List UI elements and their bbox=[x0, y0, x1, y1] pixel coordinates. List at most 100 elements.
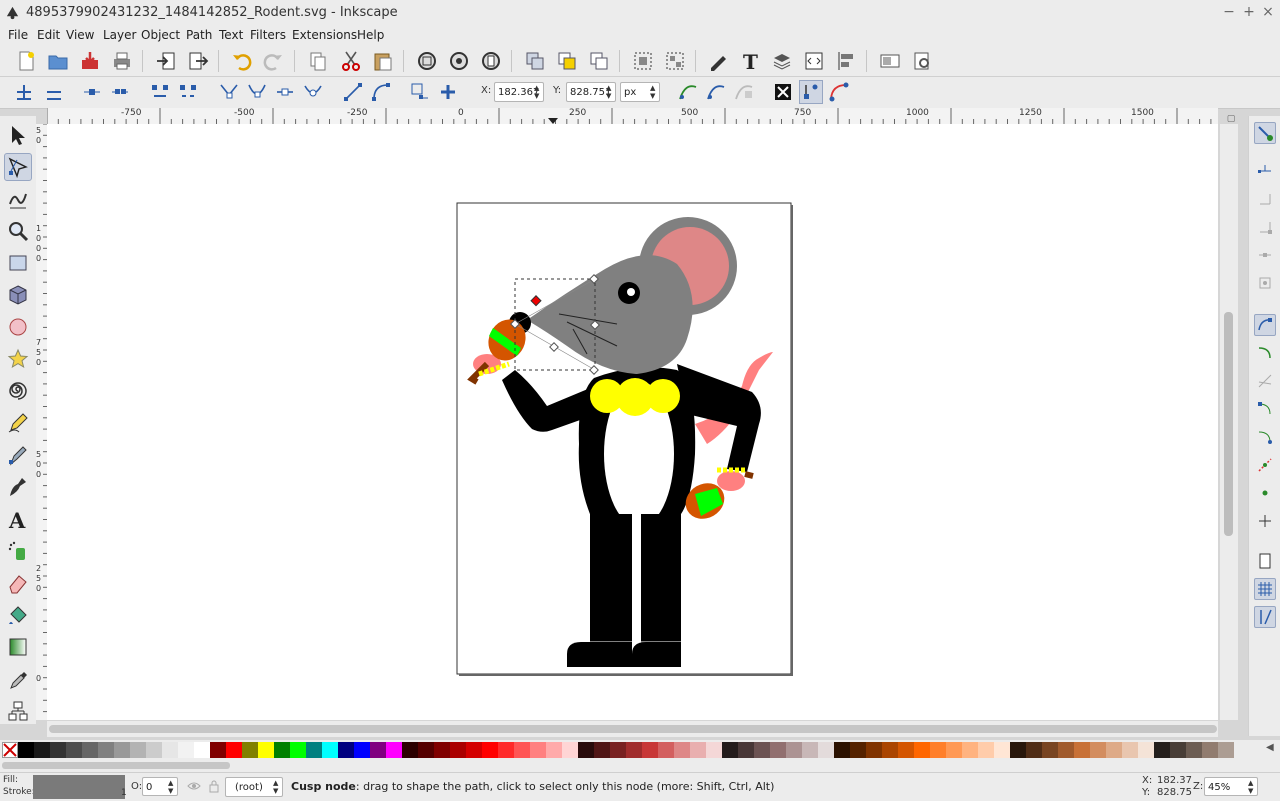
palette-swatch[interactable] bbox=[978, 742, 994, 758]
group-icon[interactable] bbox=[631, 49, 655, 73]
horizontal-scrollbar[interactable] bbox=[47, 721, 1218, 737]
palette-swatch[interactable] bbox=[1186, 742, 1202, 758]
palette-swatch[interactable] bbox=[690, 742, 706, 758]
undo-icon[interactable] bbox=[230, 49, 254, 73]
rodent-leg-right[interactable] bbox=[641, 514, 681, 641]
save-icon[interactable] bbox=[78, 49, 102, 73]
palette-swatch[interactable] bbox=[386, 742, 402, 758]
palette-swatch[interactable] bbox=[418, 742, 434, 758]
palette-swatch[interactable] bbox=[1170, 742, 1186, 758]
print-icon[interactable] bbox=[110, 49, 134, 73]
palette-swatch[interactable] bbox=[674, 742, 690, 758]
duplicate-icon[interactable] bbox=[523, 49, 547, 73]
palette-swatch[interactable] bbox=[994, 742, 1010, 758]
3d-box-tool-icon[interactable] bbox=[4, 281, 32, 309]
no-paint-swatch[interactable] bbox=[2, 742, 18, 758]
ellipse-tool-icon[interactable] bbox=[4, 313, 32, 341]
palette-swatch[interactable] bbox=[498, 742, 514, 758]
snap-smooth-nodes-icon[interactable] bbox=[1254, 426, 1276, 448]
palette-swatch[interactable] bbox=[850, 742, 866, 758]
symmetric-node-icon[interactable] bbox=[273, 80, 297, 104]
palette-swatch[interactable] bbox=[530, 742, 546, 758]
palette-swatch[interactable] bbox=[274, 742, 290, 758]
horizontal-ruler[interactable]: -750 -500 -250 0 250 500 750 1000 1250 1… bbox=[47, 108, 1218, 125]
menu-edit[interactable]: Edit bbox=[37, 28, 60, 42]
snap-guides-icon[interactable] bbox=[1254, 606, 1276, 628]
snap-nodes-icon[interactable] bbox=[1254, 314, 1276, 336]
import-icon[interactable] bbox=[154, 49, 178, 73]
zoom-drawing-icon[interactable] bbox=[447, 49, 471, 73]
zoom-input[interactable]: 45% ▲ ▼ bbox=[1204, 777, 1258, 796]
palette-swatch[interactable] bbox=[1122, 742, 1138, 758]
palette-swatch[interactable] bbox=[130, 742, 146, 758]
gradient-tool-icon[interactable] bbox=[4, 633, 32, 661]
cusp-node-icon[interactable] bbox=[217, 80, 241, 104]
palette-swatch[interactable] bbox=[546, 742, 562, 758]
palette-swatch[interactable] bbox=[178, 742, 194, 758]
eraser-tool-icon[interactable] bbox=[4, 569, 32, 597]
menu-file[interactable]: File bbox=[8, 28, 28, 42]
palette-swatch[interactable] bbox=[1058, 742, 1074, 758]
calligraphy-tool-icon[interactable] bbox=[4, 473, 32, 501]
ungroup-icon[interactable] bbox=[663, 49, 687, 73]
edit-mask-icon[interactable] bbox=[732, 80, 756, 104]
palette-swatch[interactable] bbox=[306, 742, 322, 758]
menu-path[interactable]: Path bbox=[186, 28, 212, 42]
show-path-outline-icon[interactable] bbox=[827, 80, 851, 104]
opacity-input[interactable]: 0 ▲ ▼ bbox=[142, 777, 178, 796]
zoom-tool-icon[interactable] bbox=[4, 217, 32, 245]
palette-swatch[interactable] bbox=[1010, 742, 1026, 758]
snap-enable-icon[interactable] bbox=[1254, 122, 1276, 144]
palette-swatch[interactable] bbox=[562, 742, 578, 758]
palette-swatch[interactable] bbox=[946, 742, 962, 758]
palette-swatch[interactable] bbox=[1042, 742, 1058, 758]
palette-swatch[interactable] bbox=[962, 742, 978, 758]
show-handles-icon[interactable] bbox=[799, 80, 823, 104]
palette-swatch[interactable] bbox=[1202, 742, 1218, 758]
text-tool-icon[interactable]: A bbox=[4, 505, 32, 533]
new-document-icon[interactable] bbox=[14, 49, 38, 73]
menu-view[interactable]: View bbox=[66, 28, 94, 42]
snap-object-centers-icon[interactable] bbox=[1254, 482, 1276, 504]
delete-segment-icon[interactable] bbox=[176, 80, 200, 104]
spiral-tool-icon[interactable] bbox=[4, 377, 32, 405]
pencil-tool-icon[interactable] bbox=[4, 409, 32, 437]
vertical-scrollbar-thumb[interactable] bbox=[1224, 312, 1233, 536]
palette-swatch[interactable] bbox=[754, 742, 770, 758]
palette-swatch[interactable] bbox=[594, 742, 610, 758]
maximize-button[interactable]: + bbox=[1241, 4, 1257, 20]
unlink-clone-icon[interactable] bbox=[587, 49, 611, 73]
y-coordinate-input[interactable]: 828.751 ▲ ▼ bbox=[566, 82, 616, 102]
dropper-tool-icon[interactable] bbox=[4, 665, 32, 693]
auto-smooth-node-icon[interactable] bbox=[301, 80, 325, 104]
palette-scrollbar-thumb[interactable] bbox=[2, 762, 230, 769]
palette-swatch[interactable] bbox=[146, 742, 162, 758]
palette-swatch[interactable] bbox=[370, 742, 386, 758]
palette-swatch[interactable] bbox=[434, 742, 450, 758]
palette-scrollbar[interactable] bbox=[0, 760, 1280, 772]
palette-swatch[interactable] bbox=[834, 742, 850, 758]
unit-select[interactable]: px ▲ ▼ bbox=[620, 82, 660, 102]
delete-node-icon[interactable] bbox=[42, 80, 66, 104]
snap-bbox-edges-icon[interactable] bbox=[1254, 188, 1276, 210]
redo-icon[interactable] bbox=[261, 49, 285, 73]
snap-bounding-box-icon[interactable] bbox=[1254, 160, 1276, 182]
smooth-node-icon[interactable] bbox=[245, 80, 269, 104]
palette-swatch[interactable] bbox=[226, 742, 242, 758]
tweak-tool-icon[interactable] bbox=[4, 185, 32, 213]
palette-menu-icon[interactable]: ◀ bbox=[1266, 742, 1274, 753]
selector-tool-icon[interactable] bbox=[4, 121, 32, 149]
open-icon[interactable] bbox=[46, 49, 70, 73]
next-path-effect-parameter-icon[interactable] bbox=[676, 80, 700, 104]
vertical-scrollbar[interactable] bbox=[1220, 124, 1238, 720]
rectangle-tool-icon[interactable] bbox=[4, 249, 32, 277]
cut-icon[interactable] bbox=[339, 49, 363, 73]
pen-tool-icon[interactable] bbox=[4, 441, 32, 469]
snap-midpoints-icon[interactable] bbox=[1254, 454, 1276, 476]
palette-swatch[interactable] bbox=[642, 742, 658, 758]
menu-text[interactable]: Text bbox=[219, 28, 243, 42]
show-transform-handles-icon[interactable] bbox=[771, 80, 795, 104]
palette-swatch[interactable] bbox=[1074, 742, 1090, 758]
palette-swatch[interactable] bbox=[786, 742, 802, 758]
snap-bbox-corners-icon[interactable] bbox=[1254, 216, 1276, 238]
